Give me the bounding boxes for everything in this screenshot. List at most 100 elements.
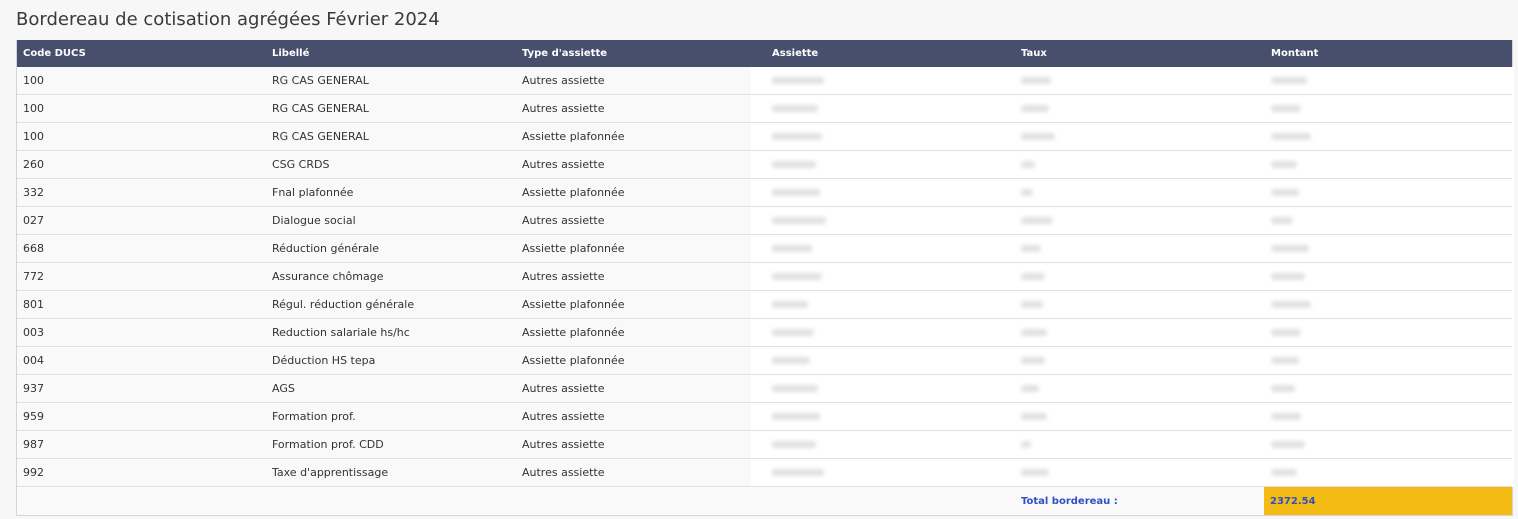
table-row: 100 RG CAS GENERAL Assiette plafonnée (17, 123, 1512, 151)
cell-code-ducs: 100 (23, 74, 44, 87)
cell-code-ducs: 003 (23, 326, 44, 339)
cell-code-ducs: 987 (23, 438, 44, 451)
cell-type-assiette: Assiette plafonnée (522, 298, 625, 311)
table-row: 332 Fnal plafonnée Assiette plafonnée (17, 179, 1512, 207)
cell-montant (1265, 438, 1512, 451)
cell-montant (1265, 270, 1512, 283)
redacted-value (1271, 161, 1297, 168)
cell-libelle: Dialogue social (272, 214, 356, 227)
cell-code-ducs: 959 (23, 410, 44, 423)
header-libelle[interactable]: Libellé (266, 48, 516, 59)
redacted-value (1271, 329, 1301, 336)
cell-code-ducs: 100 (23, 130, 44, 143)
total-label: Total bordereau : (1021, 495, 1118, 507)
cell-type-assiette: Assiette plafonnée (522, 186, 625, 199)
cell-assiette (766, 74, 1015, 87)
header-assiette[interactable]: Assiette (766, 48, 1015, 59)
redacted-value (1271, 189, 1299, 196)
redacted-value (772, 245, 812, 252)
cell-type-assiette: Assiette plafonnée (522, 326, 625, 339)
table-row: 027 Dialogue social Autres assiette (17, 207, 1512, 235)
cell-taux (1015, 326, 1265, 339)
redacted-value (1271, 77, 1307, 84)
cell-assiette (766, 158, 1015, 171)
cell-libelle: RG CAS GENERAL (272, 74, 369, 87)
redacted-value (1021, 245, 1041, 252)
cell-type-assiette: Assiette plafonnée (522, 242, 625, 255)
cell-montant (1265, 242, 1512, 255)
redacted-value (1021, 133, 1055, 140)
cell-type-assiette: Autres assiette (522, 102, 605, 115)
redacted-value (1271, 357, 1299, 364)
cell-assiette (766, 466, 1015, 479)
table-row: 004 Déduction HS tepa Assiette plafonnée (17, 347, 1512, 375)
cell-libelle: Régul. réduction générale (272, 298, 415, 311)
redacted-value (1271, 105, 1301, 112)
cell-taux (1015, 410, 1265, 423)
total-value: 2372.54 (1264, 487, 1512, 515)
cell-taux (1015, 466, 1265, 479)
cell-assiette (766, 410, 1015, 423)
cell-code-ducs: 100 (23, 102, 44, 115)
table-row: 992 Taxe d'apprentissage Autres assiette (17, 459, 1512, 487)
cell-taux (1015, 102, 1265, 115)
redacted-value (772, 161, 816, 168)
redacted-value (1021, 77, 1051, 84)
cell-montant (1265, 326, 1512, 339)
cell-code-ducs: 772 (23, 270, 44, 283)
page: Bordereau de cotisation agrégées Février… (0, 0, 1518, 519)
redacted-value (772, 273, 822, 280)
header-montant[interactable]: Montant (1265, 48, 1512, 59)
cell-libelle: Assurance chômage (272, 270, 384, 283)
cell-montant (1265, 130, 1512, 143)
redacted-value (1021, 441, 1031, 448)
cell-libelle: Formation prof. (272, 410, 356, 423)
cell-assiette (766, 242, 1015, 255)
header-type-assiette[interactable]: Type d'assiette (516, 48, 766, 59)
redacted-value (1271, 301, 1311, 308)
cell-montant (1265, 354, 1512, 367)
redacted-value (772, 105, 818, 112)
cell-code-ducs: 332 (23, 186, 44, 199)
cell-assiette (766, 326, 1015, 339)
cell-code-ducs: 260 (23, 158, 44, 171)
cell-taux (1015, 270, 1265, 283)
cell-montant (1265, 186, 1512, 199)
cell-assiette (766, 186, 1015, 199)
redacted-value (772, 329, 814, 336)
cell-libelle: Fnal plafonnée (272, 186, 354, 199)
redacted-value (772, 441, 816, 448)
cell-libelle: RG CAS GENERAL (272, 130, 369, 143)
table-row: 959 Formation prof. Autres assiette (17, 403, 1512, 431)
cell-libelle: Taxe d'apprentissage (272, 466, 389, 479)
cell-montant (1265, 74, 1512, 87)
redacted-value (1271, 385, 1295, 392)
redacted-value (1021, 161, 1035, 168)
table-row: 260 CSG CRDS Autres assiette (17, 151, 1512, 179)
redacted-value (1021, 273, 1045, 280)
cell-assiette (766, 438, 1015, 451)
cell-code-ducs: 004 (23, 354, 44, 367)
cell-taux (1015, 74, 1265, 87)
table-row: 987 Formation prof. CDD Autres assiette (17, 431, 1512, 459)
cell-montant (1265, 298, 1512, 311)
cell-libelle: Réduction générale (272, 242, 380, 255)
cell-code-ducs: 992 (23, 466, 44, 479)
cell-type-assiette: Autres assiette (522, 270, 605, 283)
redacted-value (772, 301, 808, 308)
cell-type-assiette: Assiette plafonnée (522, 354, 625, 367)
header-taux[interactable]: Taux (1015, 48, 1265, 59)
cell-libelle: AGS (272, 382, 295, 395)
redacted-value (1271, 217, 1293, 224)
cell-assiette (766, 214, 1015, 227)
cell-taux (1015, 130, 1265, 143)
header-code-ducs[interactable]: Code DUCS (17, 48, 266, 59)
table-row: 937 AGS Autres assiette (17, 375, 1512, 403)
redacted-value (1021, 301, 1043, 308)
cell-assiette (766, 270, 1015, 283)
cell-type-assiette: Autres assiette (522, 382, 605, 395)
page-title: Bordereau de cotisation agrégées Février… (16, 9, 440, 30)
cell-type-assiette: Autres assiette (522, 466, 605, 479)
table-row: 668 Réduction générale Assiette plafonnée (17, 235, 1512, 263)
redacted-value (1021, 385, 1039, 392)
